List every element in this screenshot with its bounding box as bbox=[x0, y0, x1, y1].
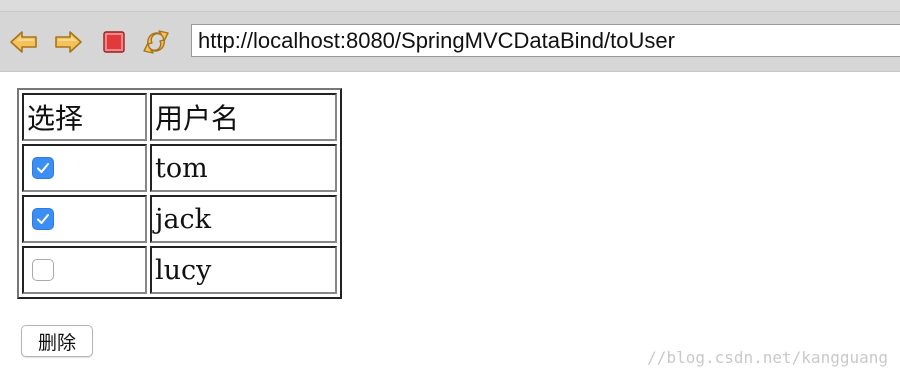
forward-button[interactable] bbox=[52, 26, 84, 58]
browser-toolbar: http://localhost:8080/SpringMVCDataBind/… bbox=[0, 0, 900, 72]
select-cell bbox=[22, 195, 147, 243]
select-cell bbox=[22, 144, 147, 192]
forward-arrow-icon bbox=[55, 31, 82, 53]
reload-icon bbox=[143, 30, 169, 54]
user-table: 选择 用户名 tom jack lucy bbox=[17, 88, 342, 299]
stop-button[interactable] bbox=[98, 26, 130, 58]
reload-button[interactable] bbox=[140, 26, 172, 58]
row-checkbox[interactable] bbox=[32, 157, 54, 179]
header-select: 选择 bbox=[22, 93, 147, 141]
username-cell: jack bbox=[150, 195, 337, 243]
select-cell bbox=[22, 246, 147, 294]
username-cell: tom bbox=[150, 144, 337, 192]
checkmark-icon bbox=[37, 163, 49, 173]
back-arrow-icon bbox=[10, 31, 37, 53]
username-cell: lucy bbox=[150, 246, 337, 294]
address-bar[interactable]: http://localhost:8080/SpringMVCDataBind/… bbox=[191, 24, 900, 57]
table-row: jack bbox=[22, 195, 337, 243]
table-row: tom bbox=[22, 144, 337, 192]
row-checkbox[interactable] bbox=[32, 208, 54, 230]
stop-icon bbox=[103, 31, 125, 53]
table-header-row: 选择 用户名 bbox=[22, 93, 337, 141]
delete-button[interactable]: 删除 bbox=[21, 325, 93, 357]
table-row: lucy bbox=[22, 246, 337, 294]
tab-strip bbox=[0, 0, 900, 12]
checkmark-icon bbox=[37, 214, 49, 224]
watermark: //blog.csdn.net/kangguang bbox=[647, 348, 888, 367]
back-button[interactable] bbox=[8, 26, 40, 58]
row-checkbox[interactable] bbox=[32, 259, 54, 281]
header-username: 用户名 bbox=[150, 93, 337, 141]
